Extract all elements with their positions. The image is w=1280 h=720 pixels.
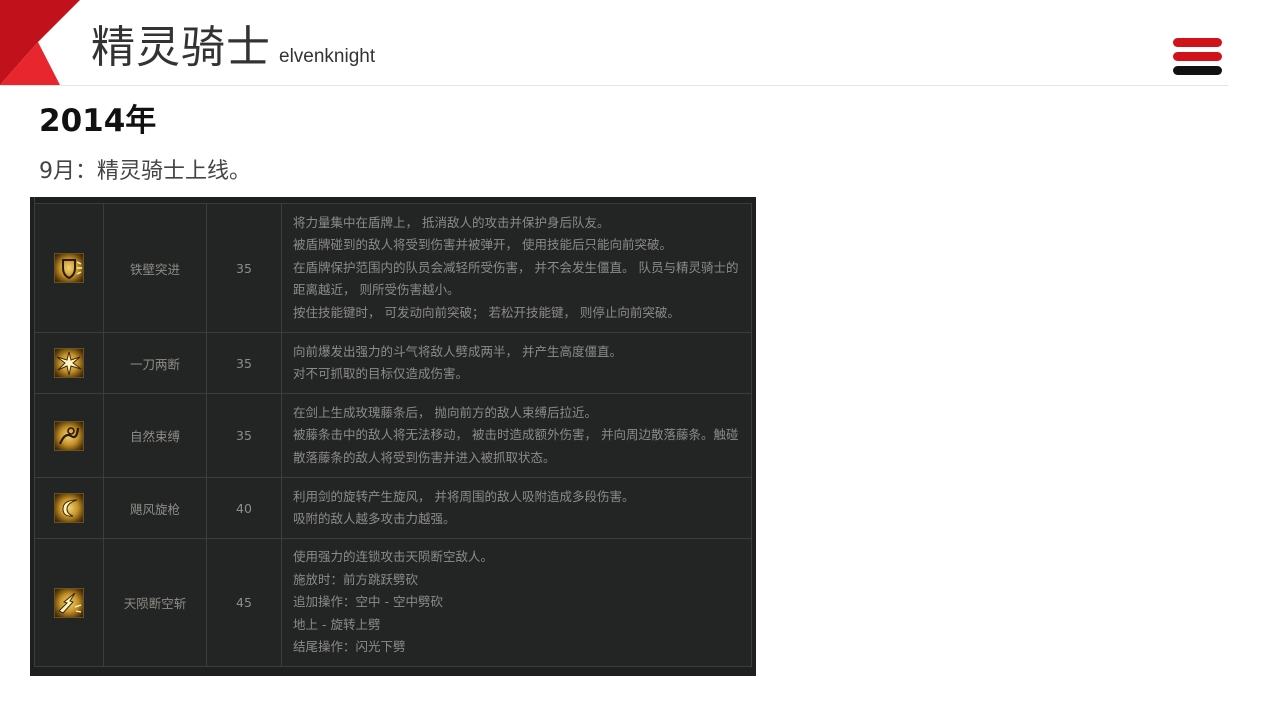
skill-description-line: 施放时：前方跳跃劈砍 [293, 571, 419, 587]
skill-row: 铁壁突进 35 将力量集中在盾牌上， 抵消敌人的攻击并保护身后队友。 被盾牌碰到的敌人… [34, 203, 752, 333]
skill-description-line: 结尾操作：闪光下劈 [293, 639, 406, 655]
skill-level: 40 [206, 477, 282, 539]
skill-row: 自然束缚 35 在剑上生成玫瑰藤条后， 抛向前方的敌人束缚后拉近。 被藤条击中的敌人将… [34, 393, 752, 478]
skill-row: 一刀两断 35 向前爆发出强力的斗气将敌人劈成两半， 并产生高度僵直。 对不可抓取的目… [34, 332, 752, 394]
header-divider [0, 85, 1228, 86]
skill-description-line: 在剑上生成玫瑰藤条后， 抛向前方的敌人束缚后拉近。 [293, 404, 597, 420]
skill-description-line: 追加操作：空中 - 空中劈砍 [293, 594, 443, 610]
skill-name: 一刀两断 [103, 332, 207, 394]
burst-slash-icon [54, 348, 84, 378]
whirlwind-icon [54, 493, 84, 523]
skill-description-line: 吸附的敌人越多攻击力越强。 [293, 511, 456, 526]
skill-description-line: 在盾牌保护范围内的队员会减轻所受伤害， 并不会发生僵直。 队员与精灵骑士的距离越… [293, 259, 739, 298]
skill-level: 45 [206, 538, 282, 667]
skill-description: 在剑上生成玫瑰藤条后， 抛向前方的敌人束缚后拉近。被藤条击中的敌人将无法移动， … [281, 393, 752, 478]
skill-description-line: 被盾牌碰到的敌人将受到伤害并被弹开， 使用技能后只能向前突破。 [293, 237, 672, 253]
skill-icon-cell [34, 203, 104, 333]
skill-description: 将力量集中在盾牌上， 抵消敌人的攻击并保护身后队友。被盾牌碰到的敌人将受到伤害并… [281, 203, 752, 333]
skill-description: 使用强力的连锁攻击天陨断空敌人。 施放时：前方跳跃劈砍追加操作：空中 - 空中劈砍… [281, 538, 752, 667]
menu-icon[interactable] [1173, 38, 1223, 76]
skill-description-line: 将力量集中在盾牌上， 抵消敌人的攻击并保护身后队友。 [293, 214, 610, 230]
skill-icon-cell [34, 393, 104, 478]
skill-row: 飓风旋枪 40 利用剑的旋转产生旋风， 并将周围的敌人吸附造成多段伤害。 吸附的敌人越… [34, 477, 752, 539]
release-note: 9月：精灵骑士上线。 [39, 159, 251, 184]
menu-bar-top [1173, 38, 1222, 47]
skill-name: 天陨断空斩 [103, 538, 207, 667]
title-english: elvenknight [279, 46, 376, 67]
menu-bar-middle [1173, 52, 1222, 61]
skill-table: 铁壁突进 35 将力量集中在盾牌上， 抵消敌人的攻击并保护身后队友。 被盾牌碰到的敌人… [34, 203, 752, 667]
title-chinese: 精灵骑士 [91, 22, 271, 73]
skill-level: 35 [206, 393, 282, 478]
vine-bind-icon [54, 420, 84, 451]
skill-description-line: 按住技能键时， 可发动向前突破； 若松开技能键， 则停止向前突破。 [293, 304, 680, 320]
skill-description-line: 地上 - 旋转上劈 [293, 616, 381, 632]
skill-description-line: 使用强力的连锁攻击天陨断空敌人。 [293, 549, 494, 565]
skill-icon-cell [34, 332, 104, 394]
skill-row: 天陨断空斩 45 使用强力的连锁攻击天陨断空敌人。 施放时：前方跳跃劈砍 追加操作：空中… [34, 538, 752, 667]
skill-name: 自然束缚 [103, 393, 207, 478]
skill-icon-cell [34, 477, 104, 539]
skill-description-line: 被藤条击中的敌人将无法移动， 被击时造成额外伤害， 并向周边散落藤条。触碰散落藤… [293, 427, 739, 465]
skill-description-line: 向前爆发出强力的斗气将敌人劈成两半， 并产生高度僵直。 [293, 343, 622, 359]
skill-table-image: 铁壁突进 35 将力量集中在盾牌上， 抵消敌人的攻击并保护身后队友。 被盾牌碰到的敌人… [30, 197, 756, 676]
year-heading: 2014年 [39, 103, 157, 139]
skill-description-line: 对不可抓取的目标仅造成伤害。 [293, 366, 469, 381]
page-title: 精灵骑士 elvenknight [91, 18, 375, 78]
sky-slash-icon [54, 587, 84, 618]
menu-bar-bottom [1173, 66, 1222, 75]
skill-description: 利用剑的旋转产生旋风， 并将周围的敌人吸附造成多段伤害。 吸附的敌人越多攻击力越强… [281, 477, 752, 539]
skill-description: 向前爆发出强力的斗气将敌人劈成两半， 并产生高度僵直。 对不可抓取的目标仅造成伤害… [281, 332, 752, 394]
skill-name: 飓风旋枪 [103, 477, 207, 539]
skill-level: 35 [206, 332, 282, 394]
skill-icon-cell [34, 538, 104, 667]
corner-decoration [0, 0, 80, 85]
shield-dash-icon [54, 253, 84, 283]
skill-name: 铁壁突进 [103, 203, 207, 333]
skill-level: 35 [206, 203, 282, 333]
skill-description-line: 利用剑的旋转产生旋风， 并将周围的敌人吸附造成多段伤害。 [293, 488, 635, 504]
